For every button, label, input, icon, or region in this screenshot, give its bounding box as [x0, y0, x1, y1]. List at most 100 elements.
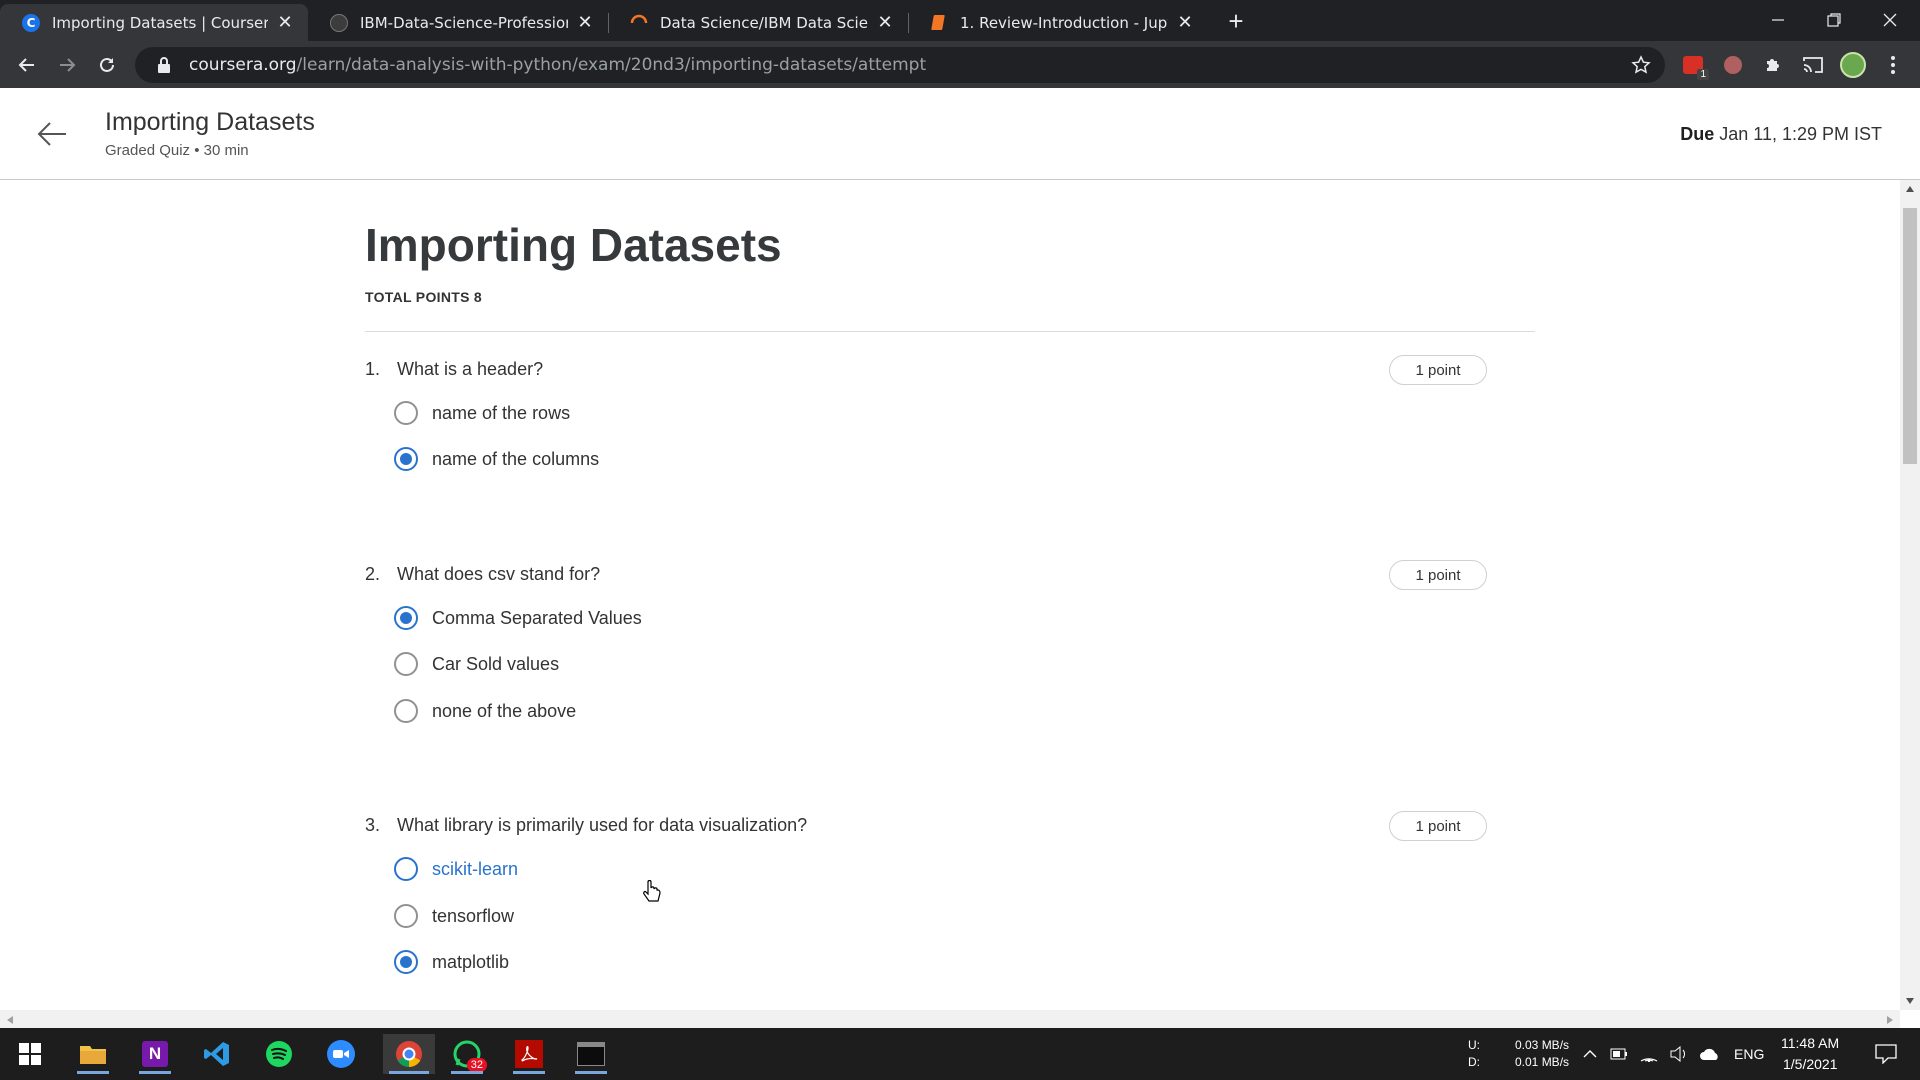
close-tab-icon[interactable]: ✕	[1176, 12, 1194, 33]
option-item[interactable]: tensorflow	[394, 900, 514, 932]
tab-title: Data Science/IBM Data Science/6	[660, 13, 868, 32]
close-window-button[interactable]	[1862, 0, 1918, 40]
coursera-favicon-icon: C	[22, 13, 40, 32]
horizontal-scrollbar[interactable]	[0, 1010, 1900, 1028]
due-value: Jan 11, 1:29 PM IST	[1719, 124, 1882, 144]
radio-button[interactable]	[394, 699, 418, 723]
profile-avatar[interactable]	[1840, 52, 1866, 78]
net-down-speed: 0.01 MB/s	[1515, 1055, 1570, 1069]
back-button[interactable]	[13, 51, 41, 79]
browser-toolbar: coursera.org/learn/data-analysis-with-py…	[0, 41, 1920, 88]
vertical-scrollbar[interactable]	[1900, 180, 1920, 1010]
windows-taskbar: N 32 U: D: 0.03 MB/s 0.01 MB/s ENG 11:48…	[0, 1028, 1920, 1080]
wifi-icon[interactable]	[1637, 1034, 1661, 1074]
option-label: matplotlib	[432, 951, 510, 972]
radio-button-selected[interactable]	[394, 447, 418, 471]
tab-jupyter-folder[interactable]: Data Science/IBM Data Science/6 ✕	[608, 4, 908, 41]
scroll-down-icon[interactable]	[1905, 997, 1915, 1005]
notifications-icon[interactable]	[1866, 1034, 1906, 1074]
restore-button[interactable]	[1806, 0, 1862, 40]
net-down-label: D:	[1468, 1055, 1480, 1069]
due-label: Due	[1680, 124, 1715, 144]
tray-chevron-icon[interactable]	[1579, 1034, 1601, 1074]
whatsapp-icon[interactable]: 32	[447, 1034, 487, 1074]
option-item[interactable]: Comma Separated Values	[394, 602, 642, 634]
url-host: coursera.org	[189, 55, 297, 75]
tab-title: Importing Datasets | Coursera	[52, 13, 268, 32]
radio-button-selected[interactable]	[394, 606, 418, 630]
tab-jupyter-notebook[interactable]: 1. Review-Introduction - Jupyter N ✕	[908, 4, 1208, 41]
address-bar[interactable]: coursera.org/learn/data-analysis-with-py…	[135, 47, 1665, 83]
reload-button[interactable]	[93, 51, 121, 79]
tab-title: IBM-Data-Science-Professional-C	[360, 13, 568, 32]
option-item[interactable]: none of the above	[394, 695, 576, 727]
extensions-puzzle-icon[interactable]	[1760, 52, 1786, 78]
option-item[interactable]: name of the columns	[394, 443, 599, 475]
option-item[interactable]: Car Sold values	[394, 648, 559, 680]
cast-icon[interactable]	[1800, 52, 1826, 78]
terminal-icon[interactable]	[571, 1034, 611, 1074]
radio-button[interactable]	[394, 857, 418, 881]
new-tab-button[interactable]: +	[1222, 8, 1250, 36]
option-item[interactable]: name of the rows	[394, 397, 570, 429]
option-item[interactable]: scikit-learn	[394, 853, 518, 885]
extension-todo-icon[interactable]: 1	[1680, 52, 1709, 80]
zoom-icon[interactable]	[321, 1034, 361, 1074]
active-indicator	[139, 1071, 171, 1074]
notebook-favicon-icon	[930, 14, 948, 32]
active-indicator	[513, 1071, 545, 1074]
question-text: What library is primarily used for data …	[397, 815, 808, 835]
option-label: name of the columns	[432, 448, 600, 469]
minimize-button[interactable]	[1750, 0, 1806, 40]
radio-button[interactable]	[394, 652, 418, 676]
close-tab-icon[interactable]: ✕	[276, 12, 294, 33]
radio-button-selected[interactable]	[394, 950, 418, 974]
quiz-title: Importing Datasets	[365, 219, 782, 271]
file-explorer-icon[interactable]	[73, 1034, 113, 1074]
tab-github[interactable]: IBM-Data-Science-Professional-C ✕	[308, 4, 608, 41]
battery-icon[interactable]	[1607, 1034, 1631, 1074]
option-item[interactable]: matplotlib	[394, 946, 509, 978]
url-path: /learn/data-analysis-with-python/exam/20…	[296, 55, 927, 75]
clock-time[interactable]: 11:48 AM	[1781, 1035, 1839, 1051]
points-badge: 1 point	[1389, 355, 1487, 385]
divider	[365, 331, 1535, 332]
quiz-content: Importing Datasets TOTAL POINTS 8 1. Wha…	[0, 180, 1900, 1010]
windows-start-icon[interactable]	[10, 1034, 50, 1074]
active-indicator	[389, 1071, 429, 1074]
forward-button[interactable]	[53, 51, 81, 79]
close-tab-icon[interactable]: ✕	[576, 12, 594, 33]
vscode-icon[interactable]	[197, 1034, 237, 1074]
bookmark-star-icon[interactable]	[1628, 52, 1654, 78]
option-label: Car Sold values	[432, 653, 560, 674]
option-label: tensorflow	[432, 905, 515, 926]
scroll-left-icon[interactable]	[6, 1015, 14, 1025]
points-badge: 1 point	[1389, 560, 1487, 590]
spotify-icon[interactable]	[259, 1034, 299, 1074]
tab-title: 1. Review-Introduction - Jupyter N	[960, 13, 1168, 32]
scroll-right-icon[interactable]	[1886, 1015, 1894, 1025]
question-2: 2. What does csv stand for? 1 point Comm…	[365, 560, 1487, 764]
tab-coursera[interactable]: C Importing Datasets | Coursera ✕	[0, 4, 308, 41]
onenote-icon[interactable]: N	[135, 1034, 175, 1074]
hand-cursor-icon	[643, 880, 661, 902]
radio-button[interactable]	[394, 401, 418, 425]
onedrive-cloud-icon[interactable]	[1697, 1034, 1723, 1074]
chrome-menu-icon[interactable]	[1880, 52, 1906, 78]
language-indicator[interactable]: ENG	[1734, 1046, 1764, 1062]
back-arrow-icon[interactable]	[36, 118, 68, 150]
header-title: Importing Datasets	[105, 108, 315, 136]
radio-button[interactable]	[394, 904, 418, 928]
extension-record-icon[interactable]	[1720, 52, 1746, 78]
close-tab-icon[interactable]: ✕	[876, 12, 894, 33]
quiz-header: Importing Datasets Graded Quiz • 30 min …	[0, 88, 1920, 180]
clock-date[interactable]: 1/5/2021	[1783, 1056, 1838, 1072]
scrollbar-thumb[interactable]	[1903, 208, 1917, 464]
volume-icon[interactable]	[1667, 1034, 1691, 1074]
due-date: Due Jan 11, 1:29 PM IST	[1680, 124, 1882, 145]
question-text: What does csv stand for?	[397, 564, 601, 584]
acrobat-icon[interactable]	[509, 1034, 549, 1074]
browser-tab-strip: C Importing Datasets | Coursera ✕ IBM-Da…	[0, 0, 1920, 41]
scroll-up-icon[interactable]	[1905, 185, 1915, 193]
chrome-taskbar-icon[interactable]	[383, 1034, 435, 1074]
